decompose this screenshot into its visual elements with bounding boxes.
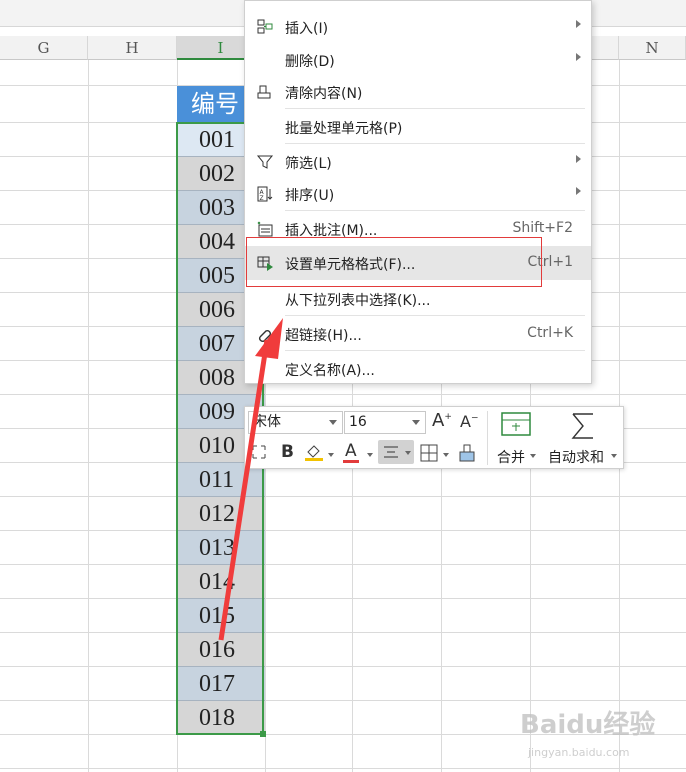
menu-item-sort[interactable]: AZ 排序(U) — [245, 177, 591, 211]
format-painter-icon[interactable] — [250, 443, 268, 461]
chevron-down-icon[interactable] — [530, 454, 536, 458]
menu-separator — [285, 315, 585, 316]
merge-label[interactable]: 合并 — [497, 447, 525, 467]
grid-row-line — [0, 666, 686, 667]
menu-item-label: 从下拉列表中选择(K)... — [285, 293, 431, 309]
align-button[interactable] — [378, 440, 414, 464]
column-header-g[interactable]: G — [0, 36, 88, 60]
mini-toolbar: 宋体 16 A+ A− B A 合并 自动求和 — [244, 406, 624, 469]
grid-row-line — [0, 394, 686, 395]
grid-row-line — [0, 632, 686, 633]
chevron-down-icon[interactable] — [328, 453, 334, 457]
chevron-down-icon — [329, 420, 337, 425]
menu-item-hyperlink[interactable]: 超链接(H)... Ctrl+K — [245, 317, 591, 351]
decrease-font-icon[interactable]: A− — [460, 412, 479, 431]
highlight-box — [246, 237, 542, 287]
sigma-icon[interactable] — [570, 412, 596, 440]
menu-item-batch-process[interactable]: 批量处理单元格(P) — [245, 110, 591, 144]
sort-icon: AZ — [257, 186, 273, 202]
grid-row-line — [0, 530, 686, 531]
menu-separator — [285, 143, 585, 144]
menu-item-delete[interactable]: 删除(D) — [245, 43, 591, 77]
font-name-value: 宋体 — [253, 414, 281, 430]
menu-item-label: 排序(U) — [285, 188, 335, 204]
fill-color-icon[interactable] — [303, 442, 325, 462]
menu-item-label: 筛选(L) — [285, 156, 332, 172]
shortcut-label: Ctrl+K — [527, 325, 573, 341]
grid-row-line — [0, 598, 686, 599]
align-center-icon — [384, 446, 398, 458]
context-menu: 插入(I) 删除(D) 清除内容(N) 批量处理单元格(P) 筛选(L) AZ … — [244, 0, 592, 384]
svg-text:Z: Z — [260, 195, 264, 202]
insert-cells-icon — [257, 19, 273, 34]
chevron-down-icon — [412, 420, 420, 425]
fill-handle[interactable] — [260, 731, 266, 737]
menu-separator — [285, 210, 585, 211]
submenu-arrow-icon — [576, 53, 581, 61]
font-size-select[interactable]: 16 — [344, 411, 426, 434]
chevron-down-icon[interactable] — [611, 454, 617, 458]
bold-icon[interactable]: B — [281, 442, 294, 462]
borders-icon[interactable] — [420, 444, 438, 462]
submenu-arrow-icon — [576, 20, 581, 28]
eraser-icon — [257, 85, 271, 99]
column-header-n[interactable]: N — [619, 36, 686, 60]
shortcut-label: Shift+F2 — [512, 220, 573, 236]
menu-item-label: 删除(D) — [285, 54, 335, 70]
menu-separator — [285, 350, 585, 351]
font-name-select[interactable]: 宋体 — [248, 411, 343, 434]
toolbar-divider — [487, 411, 488, 465]
menu-item-clear-contents[interactable]: 清除内容(N) — [245, 75, 591, 109]
merge-cells-icon[interactable] — [501, 412, 531, 436]
increase-font-icon[interactable]: A+ — [432, 410, 452, 431]
chevron-down-icon — [405, 451, 411, 455]
watermark-logo: Baidu经验 — [520, 710, 656, 740]
chevron-down-icon[interactable] — [367, 453, 373, 457]
menu-item-label: 批量处理单元格(P) — [285, 121, 403, 137]
menu-item-define-name[interactable]: 定义名称(A)... — [245, 352, 591, 386]
filter-icon — [256, 155, 274, 169]
comment-icon — [257, 221, 273, 237]
autosum-label[interactable]: 自动求和 — [548, 447, 604, 467]
font-color-icon[interactable]: A — [343, 441, 359, 463]
grid-row-line — [0, 564, 686, 565]
column-header-h[interactable]: H — [88, 36, 177, 60]
menu-separator — [285, 108, 585, 109]
menu-item-label: 清除内容(N) — [285, 86, 363, 102]
grid-row-line — [0, 768, 686, 769]
submenu-arrow-icon — [576, 187, 581, 195]
link-icon — [259, 330, 271, 342]
chevron-down-icon[interactable] — [443, 453, 449, 457]
menu-item-label: 超链接(H)... — [285, 328, 362, 344]
font-size-value: 16 — [349, 414, 367, 430]
menu-item-label: 定义名称(A)... — [285, 363, 375, 379]
grid-col-line — [88, 60, 89, 772]
menu-item-filter[interactable]: 筛选(L) — [245, 145, 591, 179]
clear-format-icon[interactable] — [458, 444, 476, 462]
watermark: Baidu经验 jingyan.baidu.com — [520, 700, 680, 768]
watermark-url: jingyan.baidu.com — [528, 746, 630, 759]
menu-item-pick-from-list[interactable]: 从下拉列表中选择(K)... — [245, 282, 591, 316]
submenu-arrow-icon — [576, 155, 581, 163]
menu-item-insert[interactable]: 插入(I) — [245, 10, 591, 44]
menu-item-label: 插入(I) — [285, 21, 329, 37]
grid-row-line — [0, 496, 686, 497]
